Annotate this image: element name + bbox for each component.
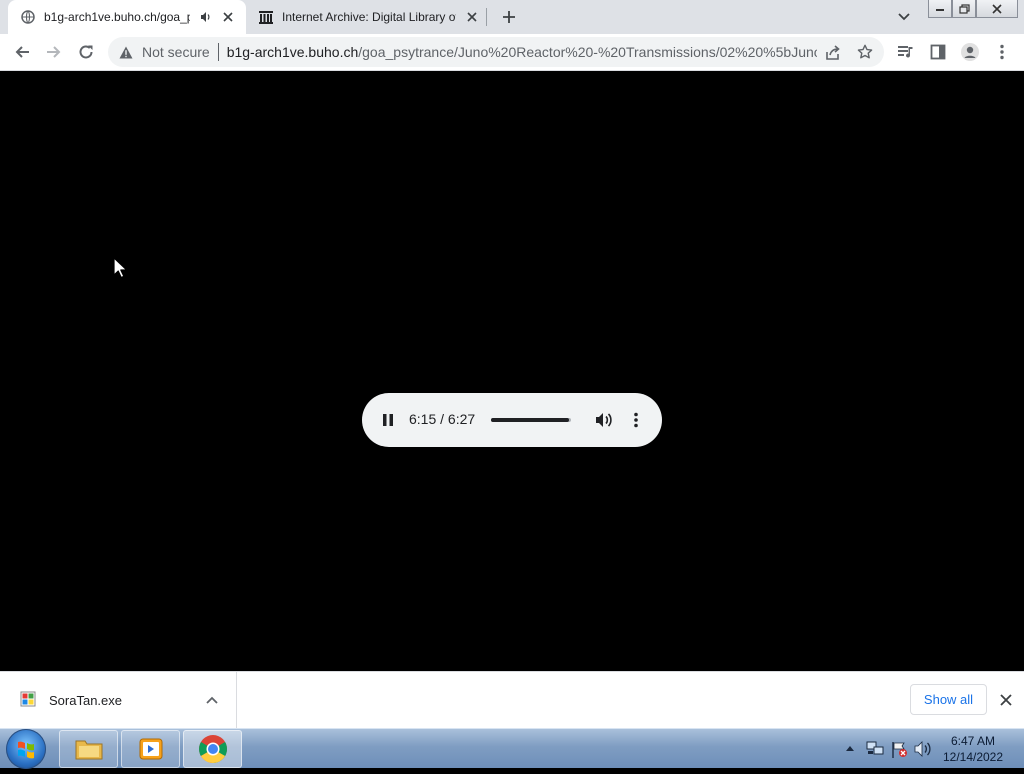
seek-slider[interactable] [491,418,571,422]
system-clock[interactable]: 6:47 AM 12/14/2022 [934,733,1012,765]
volume-tray-icon[interactable] [914,741,932,757]
close-tab-icon[interactable] [220,9,236,25]
network-icon[interactable] [866,741,884,757]
taskbar-chrome[interactable] [183,730,242,768]
restore-button[interactable] [952,0,976,18]
more-options-icon[interactable] [626,410,646,430]
new-tab-button[interactable] [498,6,520,28]
download-item[interactable]: SoraTan.exe [0,672,237,729]
kebab-menu-icon[interactable] [988,38,1016,66]
url-path: /goa_psytrance/Juno%20Reactor%20-%20Tran… [358,44,817,60]
folder-icon [75,740,102,760]
close-tab-icon[interactable] [464,9,480,25]
profile-avatar-icon[interactable] [956,38,984,66]
taskbar-file-explorer[interactable] [59,730,118,768]
pause-icon[interactable] [378,410,398,430]
address-bar[interactable]: Not secure b1g-arch1ve.buho.ch/goa_psytr… [108,37,884,67]
tab-strip: b1g-arch1ve.buho.ch/goa_psytrance Intern… [0,0,1024,34]
mouse-cursor-icon [113,257,127,279]
warning-icon[interactable] [118,44,134,60]
media-player-icon [139,738,162,760]
windows-logo-icon [18,741,34,759]
close-shelf-icon[interactable] [998,692,1014,708]
minimize-button[interactable] [928,0,952,18]
browser-toolbar: Not secure b1g-arch1ve.buho.ch/goa_psytr… [0,34,1024,71]
tab-separator [486,8,487,26]
chrome-icon [198,735,227,763]
back-button[interactable] [8,38,36,66]
tab-title: b1g-arch1ve.buho.ch/goa_psytrance [44,10,190,24]
url-text[interactable]: b1g-arch1ve.buho.ch/goa_psytrance/Juno%2… [227,44,817,60]
show-all-button[interactable]: Show all [910,684,987,715]
download-shelf: SoraTan.exe Show all [0,671,1024,729]
forward-button[interactable] [40,38,68,66]
share-icon[interactable] [824,44,842,60]
exe-file-icon [20,691,36,707]
clock-date: 12/14/2022 [942,750,1004,764]
audio-player[interactable]: 6:15 / 6:27 [362,393,662,447]
media-controls-icon[interactable] [892,38,920,66]
tab-active[interactable]: b1g-arch1ve.buho.ch/goa_psytrance [8,0,246,34]
taskbar-media-player[interactable] [121,730,180,768]
reload-button[interactable] [72,38,100,66]
start-button[interactable] [6,729,46,769]
time-display: 6:15 / 6:27 [409,411,476,427]
url-host: b1g-arch1ve.buho.ch [226,44,359,60]
side-panel-icon[interactable] [924,38,952,66]
tab-search-chevron-icon[interactable] [894,8,914,26]
clock-time: 6:47 AM [950,734,996,748]
tray-expand-icon[interactable] [846,745,854,751]
speaker-icon[interactable] [198,9,214,25]
globe-icon [20,9,36,25]
archive-building-icon [258,9,274,25]
tab-internet-archive[interactable]: Internet Archive: Digital Library of Fre… [252,0,484,34]
seek-progress [491,418,569,422]
windows-taskbar: 6:47 AM 12/14/2022 [0,728,1024,769]
tab-title: Internet Archive: Digital Library of Fre… [282,10,456,24]
close-window-button[interactable] [976,0,1018,18]
bookmark-star-icon[interactable] [856,44,874,60]
chevron-up-icon[interactable] [205,693,219,707]
page-content: 6:15 / 6:27 [0,71,1024,671]
action-center-flag-icon[interactable] [890,741,908,759]
volume-icon[interactable] [594,410,614,430]
download-filename: SoraTan.exe [49,693,122,708]
omnibox-divider [217,43,219,61]
security-label[interactable]: Not secure [142,44,210,60]
